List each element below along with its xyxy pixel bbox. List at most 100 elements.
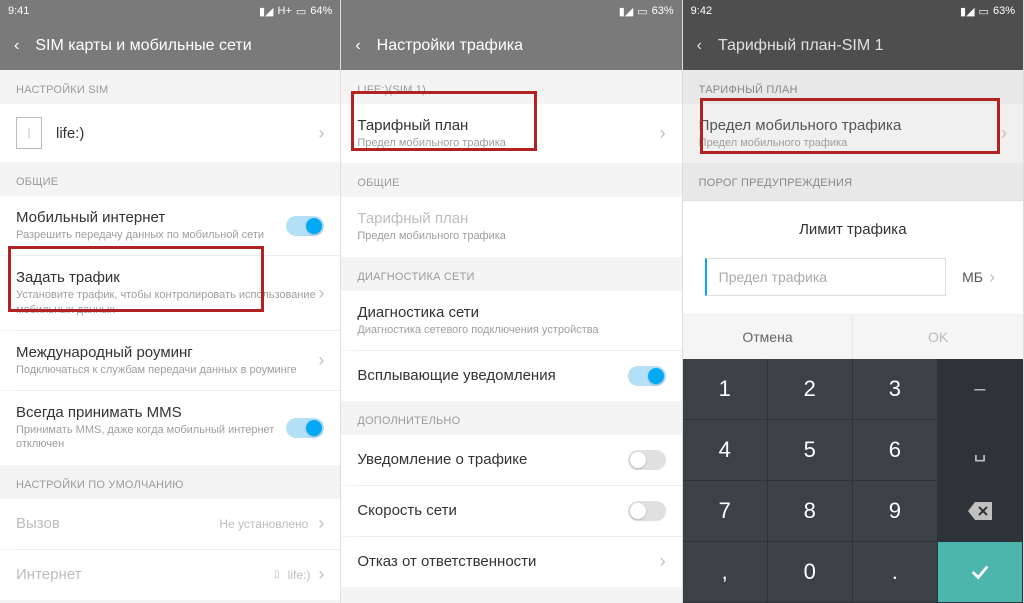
header: ‹ SIM карты и мобильные сети (0, 22, 340, 70)
status-bar: ▮◢ ▭ 63% (341, 0, 681, 22)
chevron-icon: › (318, 513, 324, 534)
chevron-icon: › (318, 564, 324, 585)
key-6[interactable]: 6 (853, 420, 938, 481)
back-icon[interactable]: ‹ (14, 37, 19, 55)
row-subtitle: Предел мобильного трафика (699, 136, 1001, 150)
unit-label: МБ (962, 269, 983, 285)
key-confirm[interactable] (938, 542, 1023, 603)
row-subtitle: Установите трафик, чтобы контролировать … (16, 288, 318, 317)
internet-row[interactable]: Интернет ▯ life:) › (0, 550, 340, 600)
unit-selector[interactable]: МБ › (956, 267, 1001, 288)
row-title: Тарифный план (357, 210, 665, 227)
traffic-limit-input[interactable]: Предел трафика (705, 258, 946, 296)
toggle-popup[interactable] (628, 366, 666, 386)
popup-notifications-row[interactable]: Всплывающие уведомления (341, 351, 681, 401)
row-title: Интернет (16, 566, 81, 583)
key-9[interactable]: 9 (853, 481, 938, 542)
sim-row[interactable]: | life:) › (0, 104, 340, 162)
row-subtitle: Принимать MMS, даже когда мобильный инте… (16, 423, 286, 452)
chevron-icon: › (318, 283, 324, 304)
battery-icon: ▭ (637, 5, 647, 18)
numeric-keypad: 1 2 3 – 4 5 6 ␣ 7 8 9 , 0 . (683, 359, 1023, 603)
content: НАСТРОЙКИ SIM | life:) › ОБЩИЕ Мобильный… (0, 70, 340, 603)
status-time: 9:42 (691, 5, 712, 17)
back-icon[interactable]: ‹ (697, 37, 702, 55)
key-backspace[interactable] (938, 481, 1023, 542)
key-8[interactable]: 8 (768, 481, 853, 542)
key-1[interactable]: 1 (683, 359, 768, 420)
row-title: Диагностика сети (357, 304, 665, 321)
call-row[interactable]: Вызов Не установлено › (0, 499, 340, 549)
chevron-icon: › (989, 267, 995, 288)
key-5[interactable]: 5 (768, 420, 853, 481)
header-title: Тарифный план-SIM 1 (718, 37, 884, 55)
row-subtitle: Подключаться к службам передачи данных в… (16, 363, 318, 377)
toggle-mobile-data[interactable] (286, 216, 324, 236)
signal-icon: ▮◢ (259, 5, 274, 18)
tariff-plan-row[interactable]: Тарифный план Предел мобильного трафика … (341, 104, 681, 163)
dialog-overlay: Лимит трафика Предел трафика МБ › Отмена… (683, 200, 1023, 603)
battery-percent: 63% (993, 5, 1015, 17)
section-warning: ПОРОГ ПРЕДУПРЕЖДЕНИЯ (683, 163, 1023, 197)
ok-button[interactable]: OK (853, 315, 1023, 359)
battery-percent: 63% (652, 5, 674, 17)
toggle-speed[interactable] (628, 501, 666, 521)
battery-percent: 64% (310, 5, 332, 17)
sim-label: life:) (56, 125, 84, 142)
backspace-icon (968, 502, 992, 520)
key-dot[interactable]: . (853, 542, 938, 603)
chevron-icon: › (318, 350, 324, 371)
row-title: Всегда принимать MMS (16, 404, 286, 421)
content: LIFE:)(SIM 1) Тарифный план Предел мобил… (341, 70, 681, 603)
network-speed-row[interactable]: Скорость сети (341, 486, 681, 536)
signal-icon: ▮◢ (960, 5, 975, 18)
back-icon[interactable]: ‹ (355, 37, 360, 55)
row-title: Вызов (16, 515, 60, 532)
screen-tariff-plan: 9:42 ▮◢ ▭ 63% ‹ Тарифный план-SIM 1 ТАРИ… (683, 0, 1024, 603)
tariff-plan-general-row[interactable]: Тарифный план Предел мобильного трафика (341, 197, 681, 256)
traffic-notification-row[interactable]: Уведомление о трафике (341, 435, 681, 485)
key-3[interactable]: 3 (853, 359, 938, 420)
key-underscore[interactable]: ␣ (938, 420, 1023, 481)
check-icon (969, 561, 991, 583)
cancel-button[interactable]: Отмена (683, 315, 854, 359)
mms-row[interactable]: Всегда принимать MMS Принимать MMS, даже… (0, 391, 340, 465)
disclaimer-row[interactable]: Отказ от ответственности › (341, 537, 681, 587)
screen-traffic-settings: ▮◢ ▭ 63% ‹ Настройки трафика LIFE:)(SIM … (341, 0, 682, 603)
header: ‹ Настройки трафика (341, 22, 681, 70)
chevron-icon: › (660, 123, 666, 144)
battery-icon: ▭ (296, 5, 306, 18)
roaming-row[interactable]: Международный роуминг Подключаться к слу… (0, 331, 340, 390)
signal-icon: ▮◢ (619, 5, 634, 18)
mobile-data-row[interactable]: Мобильный интернет Разрешить передачу да… (0, 196, 340, 255)
diagnostics-row[interactable]: Диагностика сети Диагностика сетевого по… (341, 291, 681, 350)
chevron-icon: › (1001, 123, 1007, 144)
section-defaults: НАСТРОЙКИ ПО УМОЛЧАНИЮ (0, 465, 340, 499)
status-bar: 9:41 ▮◢ H+ ▭ 64% (0, 0, 340, 22)
key-minus[interactable]: – (938, 359, 1023, 420)
section-general: ОБЩИЕ (0, 162, 340, 196)
status-right: ▮◢ ▭ 63% (960, 5, 1015, 18)
dialog-title: Лимит трафика (683, 201, 1023, 254)
header-title: SIM карты и мобильные сети (35, 37, 251, 55)
row-title: Уведомление о трафике (357, 451, 527, 468)
key-7[interactable]: 7 (683, 481, 768, 542)
battery-icon: ▭ (979, 5, 989, 18)
toggle-mms[interactable] (286, 418, 324, 438)
key-2[interactable]: 2 (768, 359, 853, 420)
row-title: Задать трафик (16, 269, 318, 286)
key-comma[interactable]: , (683, 542, 768, 603)
row-subtitle: Диагностика сетевого подключения устройс… (357, 323, 665, 337)
key-4[interactable]: 4 (683, 420, 768, 481)
toggle-notify[interactable] (628, 450, 666, 470)
row-title: Предел мобильного трафика (699, 117, 1001, 134)
mobile-traffic-limit-row[interactable]: Предел мобильного трафика Предел мобильн… (683, 104, 1023, 163)
header: ‹ Тарифный план-SIM 1 (683, 22, 1023, 70)
internet-value: life:) (288, 568, 311, 582)
row-title: Отказ от ответственности (357, 553, 536, 570)
section-diagnostics: ДИАГНОСТИКА СЕТИ (341, 257, 681, 291)
row-title: Тарифный план (357, 117, 659, 134)
section-extra: ДОПОЛНИТЕЛЬНО (341, 401, 681, 435)
set-traffic-row[interactable]: Задать трафик Установите трафик, чтобы к… (0, 256, 340, 330)
key-0[interactable]: 0 (768, 542, 853, 603)
